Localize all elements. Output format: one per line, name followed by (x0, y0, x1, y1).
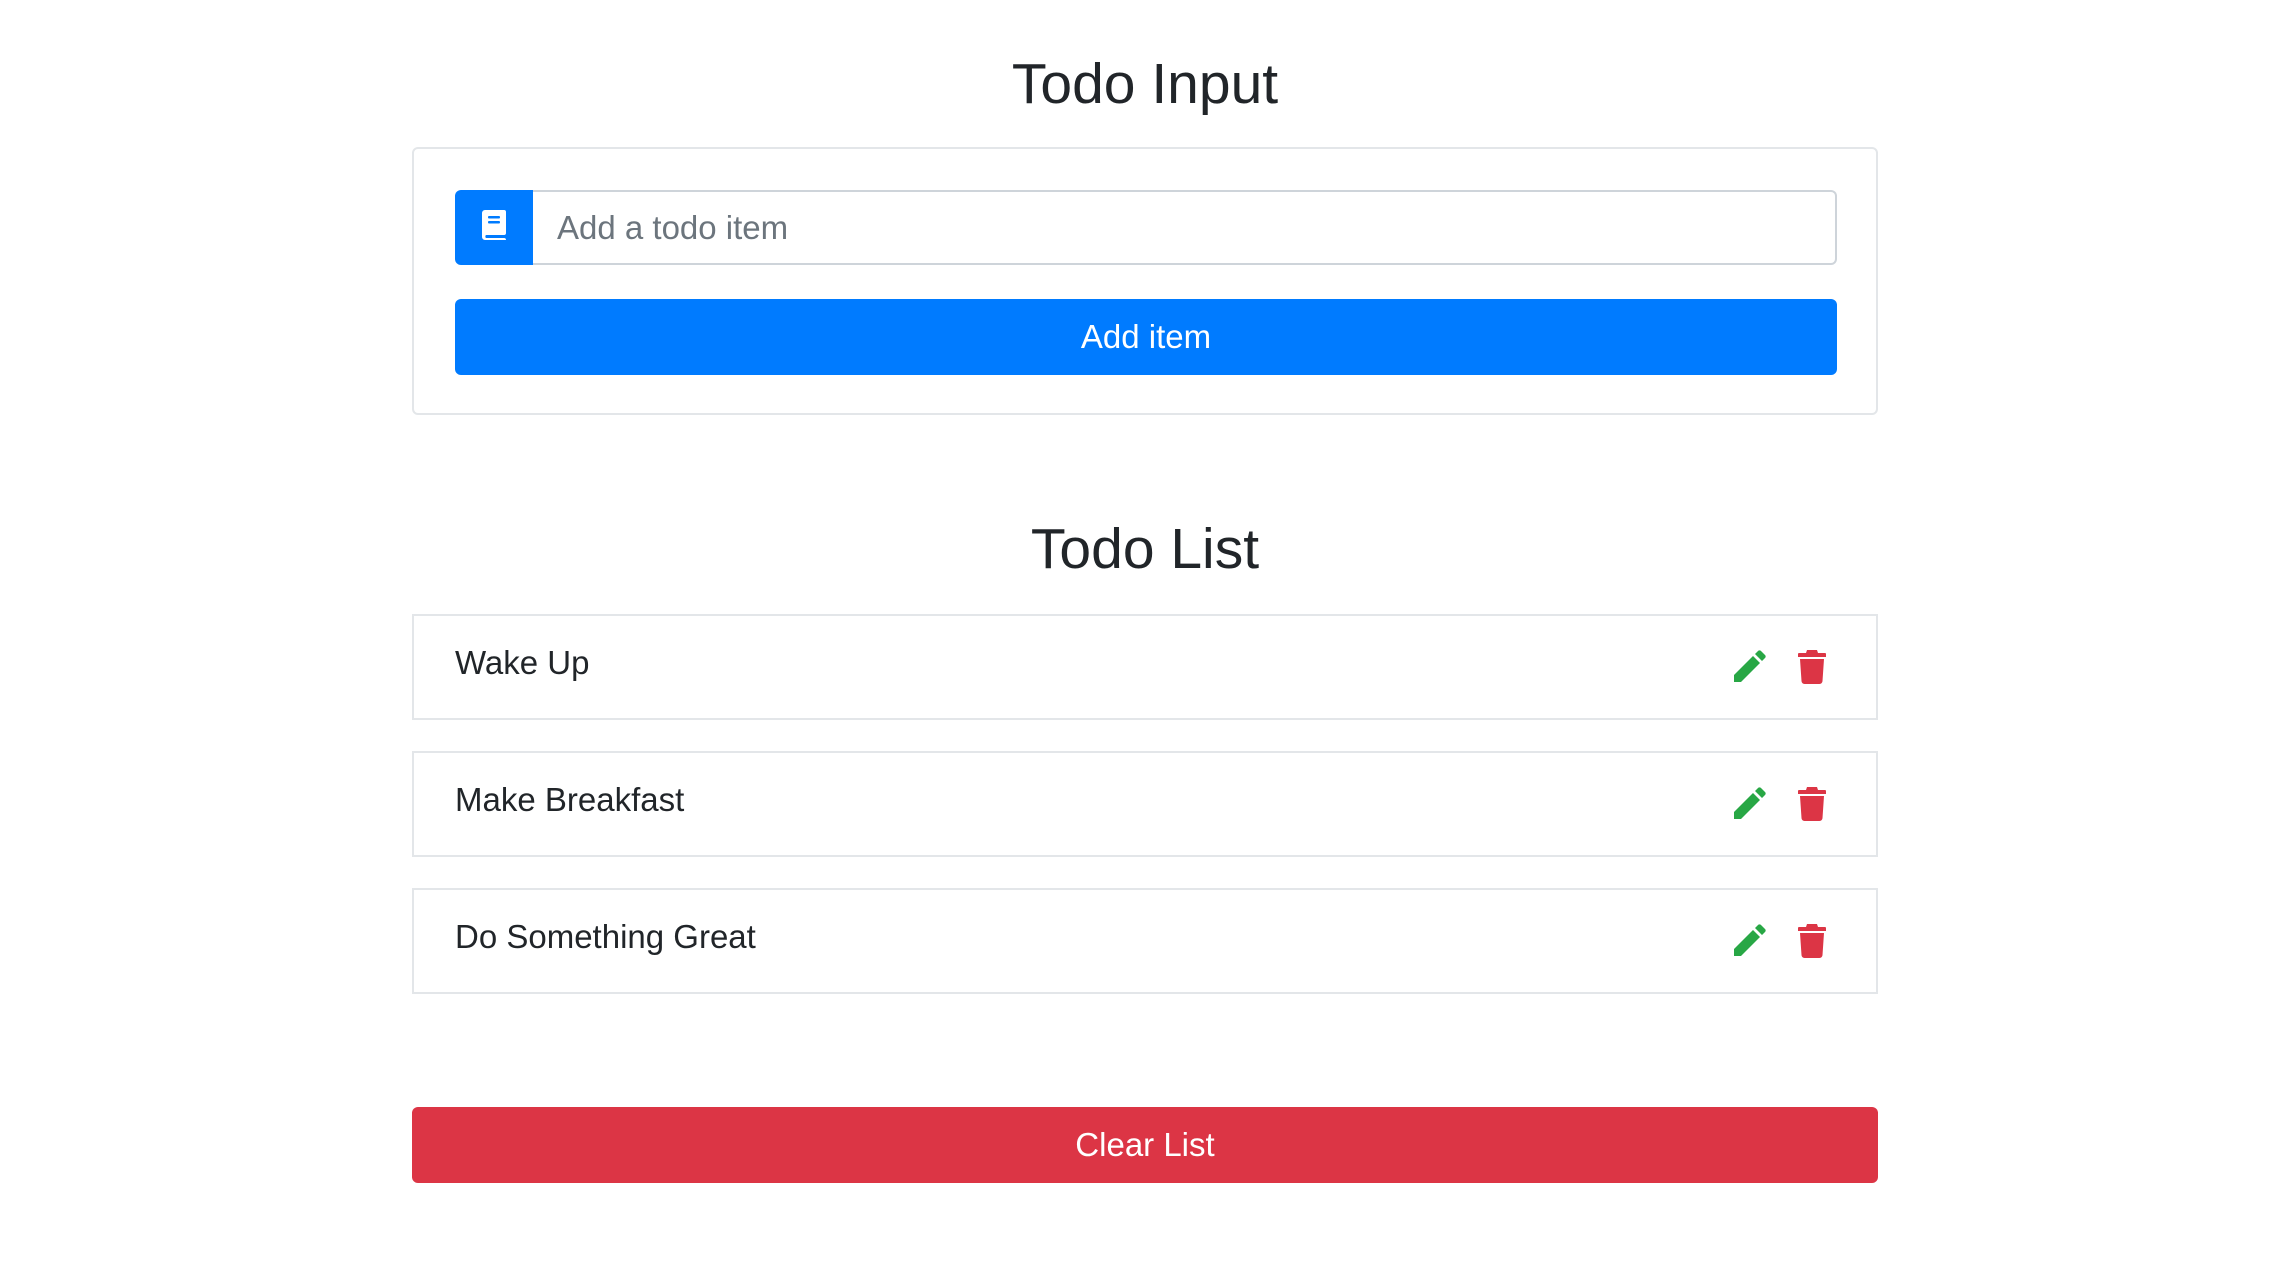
todo-input[interactable] (533, 190, 1837, 265)
todo-item-actions (1732, 924, 1826, 958)
trash-icon[interactable] (1798, 924, 1826, 958)
todo-item-actions (1732, 650, 1826, 684)
pencil-icon[interactable] (1732, 924, 1766, 958)
add-item-button[interactable]: Add item (455, 299, 1837, 375)
todo-list-title: Todo List (1030, 517, 1260, 581)
todo-input-group (455, 190, 1837, 265)
clear-list-button[interactable]: Clear List (412, 1107, 1878, 1183)
pencil-icon[interactable] (1732, 787, 1766, 821)
todo-input-card: Add item (412, 147, 1878, 415)
trash-icon[interactable] (1798, 650, 1826, 684)
todo-input-title: Todo Input (1011, 52, 1279, 116)
pencil-icon[interactable] (1732, 650, 1766, 684)
trash-icon[interactable] (1798, 787, 1826, 821)
todo-item-label: Make Breakfast (455, 781, 685, 818)
book-icon (481, 209, 507, 246)
todo-item-label: Wake Up (455, 644, 590, 681)
list-item: Wake Up (412, 614, 1878, 720)
input-prepend (455, 190, 533, 265)
todo-item-label: Do Something Great (455, 918, 756, 955)
todo-item-actions (1732, 787, 1826, 821)
list-item: Do Something Great (412, 888, 1878, 994)
list-item: Make Breakfast (412, 751, 1878, 857)
